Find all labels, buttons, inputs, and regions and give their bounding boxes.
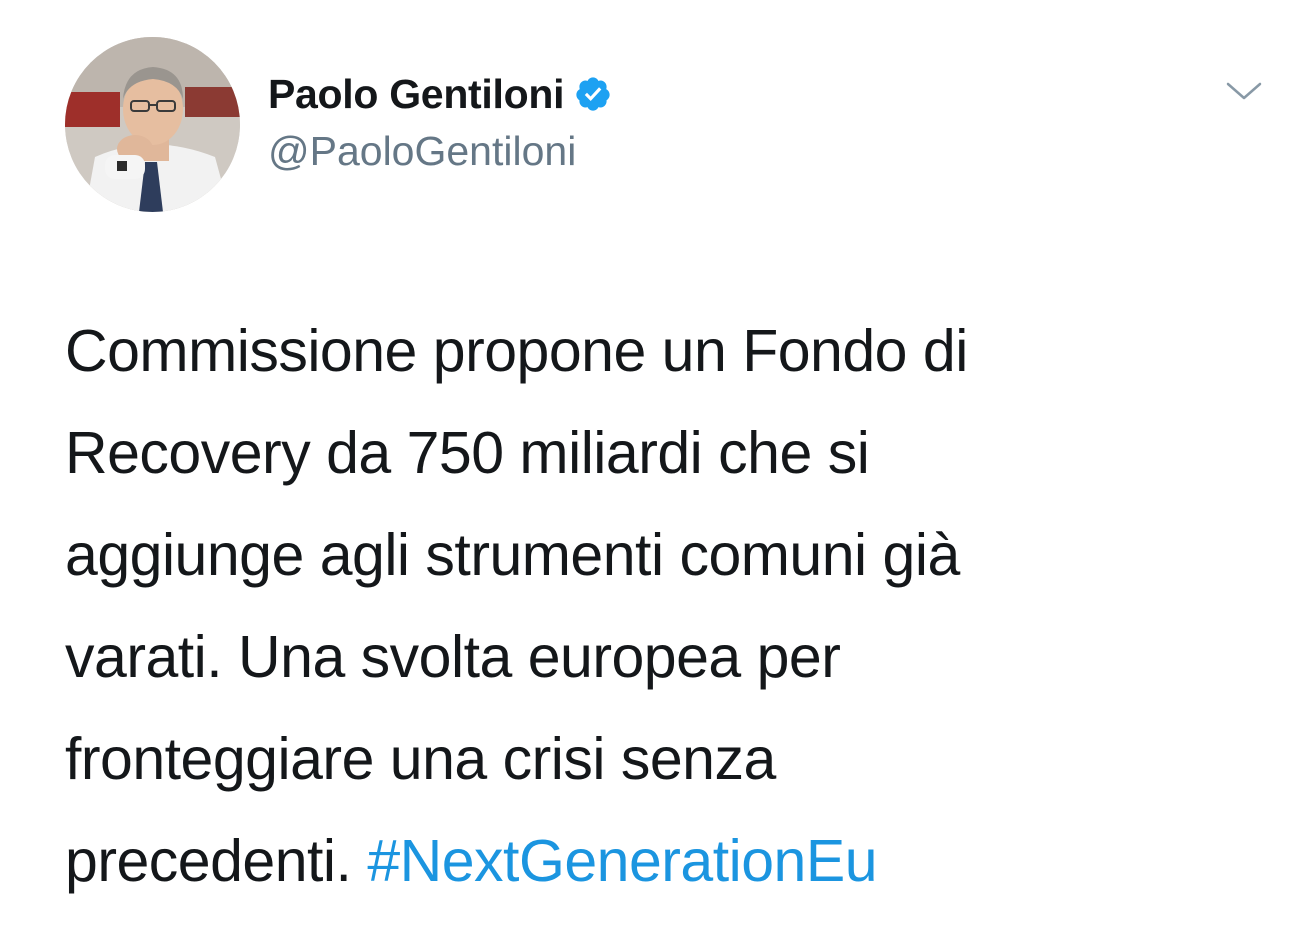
hashtag-link[interactable]: #NextGenerationEu	[367, 828, 877, 894]
tweet-text-last-line: precedenti. #NextGenerationEu	[65, 810, 1245, 912]
author-handle[interactable]: @PaoloGentiloni	[268, 128, 612, 175]
author-info: Paolo Gentiloni @PaoloGentiloni	[268, 68, 612, 175]
tweet-text-line: precedenti.	[65, 828, 352, 894]
profile-photo-image	[65, 37, 240, 212]
tweet-text-line: varati. Una svolta europea per	[65, 624, 841, 690]
tweet-text-line: Recovery da 750 miliardi che si	[65, 420, 870, 486]
tweet-text-line: aggiunge agli strumenti comuni già	[65, 522, 960, 588]
chevron-down-icon[interactable]	[1224, 76, 1264, 106]
tweet-text-line: fronteggiare una crisi senza	[65, 726, 776, 792]
author-display-name[interactable]: Paolo Gentiloni	[268, 71, 564, 118]
tweet-text: Commissione propone un Fondo di Recovery…	[65, 300, 1245, 912]
avatar[interactable]	[65, 37, 240, 212]
tweet-card: Paolo Gentiloni @PaoloGentiloni Commissi…	[0, 0, 1306, 950]
verified-badge-icon	[574, 75, 612, 113]
author-name-row: Paolo Gentiloni	[268, 68, 612, 120]
tweet-text-line: Commissione propone un Fondo di	[65, 318, 968, 384]
